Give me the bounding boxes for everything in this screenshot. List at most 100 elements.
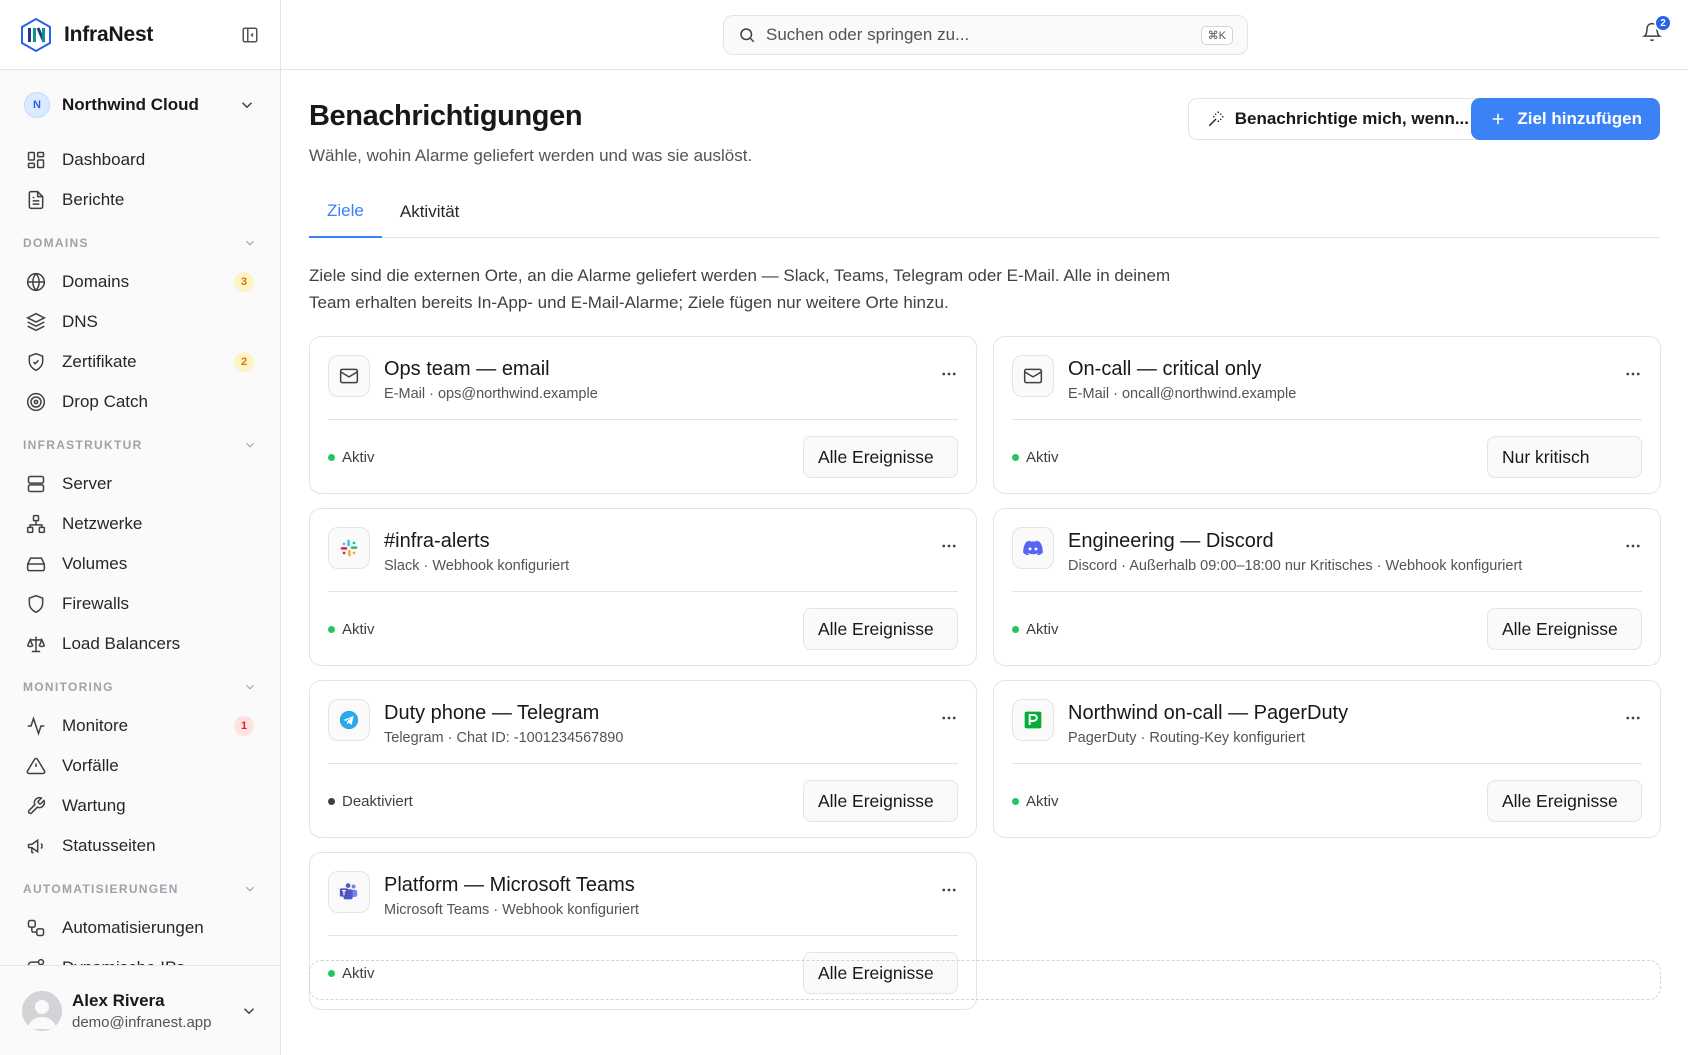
sidebar-collapse-icon[interactable] [238,23,262,47]
page-subtitle: Wähle, wohin Alarme geliefert werden und… [309,146,753,165]
event-filter-select[interactable]: Alle Ereignisse [803,608,958,650]
user-menu[interactable]: Alex Rivera demo@infranest.app [0,965,280,1055]
event-filter-select[interactable]: Nur kritisch [1487,436,1642,478]
sidebar-item-netzwerke[interactable]: Netzwerke [14,504,266,544]
brand: InfraNest [0,0,280,70]
sidebar-item-label: DNS [62,312,98,331]
search-input[interactable]: Suchen oder springen zu... ⌘K [723,15,1248,55]
count-badge: 3 [234,272,254,292]
destination-title: Ops team — email [384,358,550,380]
section-title: DOMAINS [23,236,89,250]
sidebar: InfraNest N Northwind Cloud Dashboard Be… [0,0,281,1055]
chevron-down-icon [243,438,257,452]
sidebar-item-server[interactable]: Server [14,464,266,504]
sidebar-item-dashboard[interactable]: Dashboard [14,140,266,180]
sidebar-item-berichte[interactable]: Berichte [14,180,266,220]
sidebar-item-label: Dashboard [62,150,146,169]
workspace-switcher[interactable]: N Northwind Cloud [0,70,280,140]
user-email: demo@infranest.app [72,1013,212,1031]
pagerduty-icon [1012,699,1054,741]
status-badge: Deaktiviert [328,793,413,810]
more-horizontal-icon[interactable] [940,365,958,383]
event-filter-select[interactable]: Alle Ereignisse [1487,780,1642,822]
discord-icon [1012,527,1054,569]
more-horizontal-icon[interactable] [940,537,958,555]
workflow-icon [26,918,46,938]
megaphone-icon [26,836,46,856]
destination-card[interactable]: Duty phone — Telegram Telegram · Chat ID… [309,680,977,838]
nav-section-automatisierungen[interactable]: AUTOMATISIERUNGEN [14,870,266,908]
sidebar-nav: Dashboard Berichte DOMAINS Domains 3 DNS… [0,140,280,988]
sidebar-item-firewalls[interactable]: Firewalls [14,584,266,624]
destination-subtitle: Slack · Webhook konfiguriert [384,558,570,574]
destination-title: Engineering — Discord [1068,530,1274,552]
nav-section-domains[interactable]: DOMAINS [14,224,266,262]
chevron-down-icon [240,1002,258,1020]
event-filter-select[interactable]: Alle Ereignisse [1487,608,1642,650]
sidebar-item-automatisierungen[interactable]: Automatisierungen [14,908,266,948]
chevron-down-icon [243,236,257,250]
more-horizontal-icon[interactable] [1624,365,1642,383]
telegram-icon [328,699,370,741]
section-title: MONITORING [23,680,114,694]
status-label: Aktiv [1026,792,1059,810]
sidebar-item-volumes[interactable]: Volumes [14,544,266,584]
nav-section-monitoring[interactable]: MONITORING [14,668,266,706]
destination-card[interactable]: #infra-alerts Slack · Webhook konfigurie… [309,508,977,666]
avatar [22,990,62,1031]
search-icon [738,26,756,44]
sidebar-item-wartung[interactable]: Wartung [14,786,266,826]
plus-icon [1489,110,1517,128]
notifications-button[interactable]: 2 [1642,14,1672,42]
destination-title: Duty phone — Telegram [384,702,600,724]
more-horizontal-icon[interactable] [1624,709,1642,727]
sidebar-item-statusseiten[interactable]: Statusseiten [14,826,266,866]
sidebar-item-zertifikate[interactable]: Zertifikate 2 [14,342,266,382]
intro-text: Ziele sind die externen Orte, an die Ala… [309,266,1171,312]
sidebar-item-dns[interactable]: DNS [14,302,266,342]
destination-card[interactable]: Engineering — Discord Discord · Außerhal… [993,508,1661,666]
destination-title: On-call — critical only [1068,358,1262,380]
destination-card[interactable]: Northwind on-call — PagerDuty PagerDuty … [993,680,1661,838]
sidebar-item-label: Drop Catch [62,392,148,411]
keyboard-shortcut: ⌘K [1200,25,1233,45]
sidebar-item-monitore[interactable]: Monitore 1 [14,706,266,746]
brand-name: InfraNest [64,22,154,46]
destination-subtitle: Discord · Außerhalb 09:00–18:00 nur Krit… [1068,558,1523,574]
status-badge: Aktiv [1012,793,1059,810]
sidebar-item-load-balancers[interactable]: Load Balancers [14,624,266,664]
sidebar-item-label: Volumes [62,554,128,573]
more-horizontal-icon[interactable] [940,881,958,899]
sidebar-item-label: Netzwerke [62,514,143,533]
notify-me-label: Benachrichtige mich, wenn... [1234,109,1469,128]
tab-bar: Ziele Aktivität [309,186,1660,238]
more-horizontal-icon[interactable] [940,709,958,727]
add-destination-button[interactable]: Ziel hinzufügen [1471,98,1660,140]
destination-card[interactable]: Ops team — email E-Mail · ops@northwind.… [309,336,977,494]
nav-section-infrastruktur[interactable]: INFRASTRUKTUR [14,426,266,464]
sidebar-item-drop-catch[interactable]: Drop Catch [14,382,266,422]
sidebar-item-label: Automatisierungen [62,918,204,937]
chevron-down-icon [243,680,257,694]
infranest-logo-icon [18,17,54,53]
scale-icon [26,634,46,654]
shield-check-icon [26,352,46,372]
page-title: Benachrichtigungen [309,100,583,132]
status-badge: Aktiv [328,449,375,466]
hard-drive-icon [26,554,46,574]
sidebar-item-vorfaelle[interactable]: Vorfälle [14,746,266,786]
destination-card[interactable]: On-call — critical only E-Mail · oncall@… [993,336,1661,494]
add-destination-dropzone[interactable] [309,960,1661,1000]
notify-me-button[interactable]: Benachrichtige mich, wenn... [1187,98,1488,140]
sidebar-item-domains[interactable]: Domains 3 [14,262,266,302]
destination-subtitle: E-Mail · ops@northwind.example [384,386,598,402]
status-label: Aktiv [342,620,375,638]
sidebar-item-label: Monitore [62,716,129,735]
tab-ziele[interactable]: Ziele [309,186,382,238]
user-name: Alex Rivera [72,990,165,1010]
tab-aktivitaet[interactable]: Aktivität [382,186,478,238]
count-badge: 1 [234,716,254,736]
event-filter-select[interactable]: Alle Ereignisse [803,780,958,822]
event-filter-select[interactable]: Alle Ereignisse [803,436,958,478]
more-horizontal-icon[interactable] [1624,537,1642,555]
